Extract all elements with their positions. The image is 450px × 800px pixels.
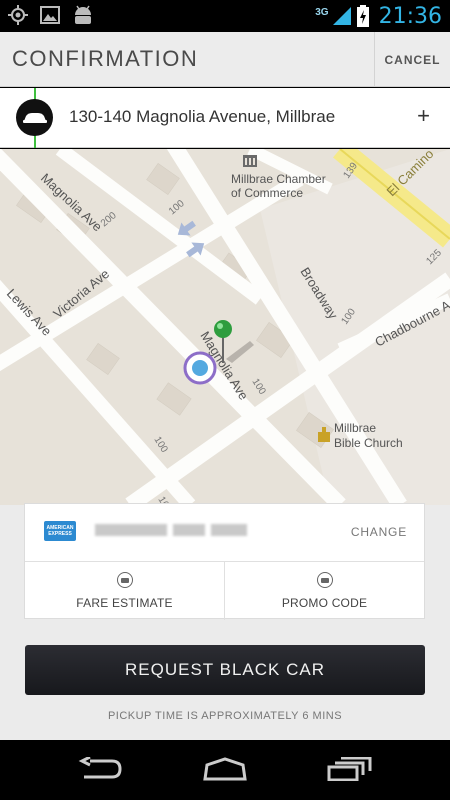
navigation-bar (0, 740, 450, 800)
poi-church-line2: Bible Church (334, 436, 403, 450)
clock: 21:36 (378, 3, 442, 29)
back-icon[interactable] (78, 757, 124, 781)
android-icon (75, 5, 91, 24)
battery-charging-icon (356, 5, 369, 27)
status-bar: 3G 21:36 (0, 0, 450, 32)
signal-icon (332, 7, 351, 25)
poi-chamber-line1: Millbrae Chamber (231, 172, 326, 186)
cancel-button[interactable]: CANCEL (374, 32, 450, 87)
amex-card-icon: AMERICAN EXPRESS (44, 521, 76, 541)
fare-estimate-label: FARE ESTIMATE (76, 596, 173, 610)
request-car-button[interactable]: REQUEST BLACK CAR (25, 645, 425, 695)
page-title: CONFIRMATION (12, 46, 199, 71)
pickup-address-bar[interactable]: 130-140 Magnolia Avenue, Millbrae + (0, 88, 450, 148)
masked-card-number (95, 524, 247, 536)
network-type: 3G (315, 6, 329, 18)
change-payment-button[interactable]: CHANGE (351, 525, 407, 539)
promo-tag-icon (316, 572, 333, 588)
pickup-time-text: PICKUP TIME IS APPROXIMATELY 6 MINS (107, 710, 343, 722)
gallery-icon (40, 6, 60, 24)
chamber-poi-icon (243, 155, 257, 167)
promo-code-label: PROMO CODE (281, 596, 368, 610)
payment-card: AMERICAN EXPRESS CHANGE FARE ESTIMATE PR… (24, 503, 425, 620)
home-icon[interactable] (202, 757, 248, 781)
add-destination-button[interactable]: + (417, 103, 430, 129)
payment-method-row[interactable]: AMERICAN EXPRESS CHANGE (25, 504, 424, 562)
poi-chamber-line2: of Commerce (231, 186, 303, 200)
fare-estimate-button[interactable]: FARE ESTIMATE (25, 562, 224, 620)
header: CONFIRMATION CANCEL (0, 32, 450, 87)
options-row: FARE ESTIMATE PROMO CODE (25, 562, 424, 620)
current-location-icon (183, 351, 217, 385)
confirmation-panel: AMERICAN EXPRESS CHANGE FARE ESTIMATE PR… (0, 503, 450, 740)
map[interactable]: Magnolia Ave Victoria Ave Lewis Ave Broa… (0, 149, 450, 505)
fare-icon (116, 572, 133, 588)
promo-code-button[interactable]: PROMO CODE (224, 562, 424, 620)
pickup-address: 130-140 Magnolia Avenue, Millbrae (69, 107, 336, 126)
car-icon (16, 99, 53, 136)
poi-church-line1: Millbrae (334, 421, 376, 435)
recent-apps-icon[interactable] (327, 757, 373, 781)
gps-icon (8, 5, 28, 25)
